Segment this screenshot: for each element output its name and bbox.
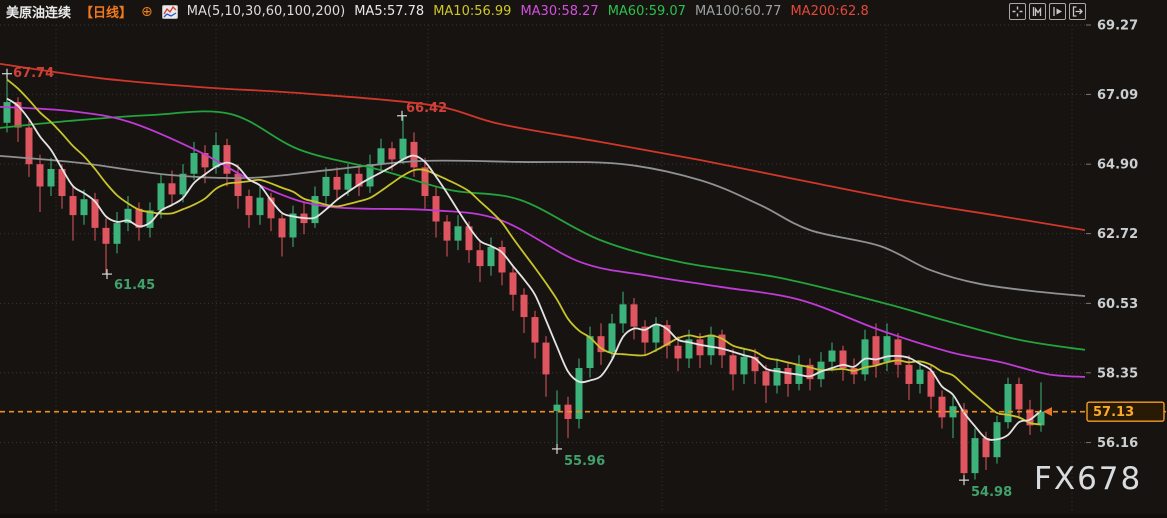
ma200-value: MA200:62.8	[790, 4, 868, 19]
price-axis: 69.27 67.09 64.90 62.72 60.53 58.35 56.16	[1086, 19, 1138, 452]
chart-toolbar	[1009, 3, 1086, 20]
add-indicator-icon[interactable]: ⊕	[141, 5, 153, 19]
ma-group-label: MA(5,10,30,60,100,200)	[187, 4, 345, 19]
ma60-value: MA60:59.07	[608, 4, 686, 19]
current-price-layer: 57.13	[0, 402, 1167, 421]
price-annotation: 61.45	[114, 278, 155, 293]
axis-price-label: 62.72	[1097, 227, 1138, 242]
fx678-watermark: FX678	[1034, 461, 1142, 497]
price-label-button[interactable]	[1029, 3, 1046, 20]
bottom-edge	[0, 514, 1167, 518]
period-label: 【日线】	[80, 2, 132, 21]
price-chart[interactable]: 67.74 66.42 61.45 55.96 54.98 57.13 69.27 67.09…	[0, 0, 1167, 518]
crosshair-icon	[1012, 6, 1023, 17]
axis-price-label: 58.35	[1097, 366, 1138, 381]
auto-scroll-button[interactable]	[1049, 3, 1066, 20]
ma5-value: MA5:57.78	[354, 4, 424, 19]
price-annotation: 55.96	[564, 454, 605, 469]
price-annotation: 66.42	[406, 101, 447, 116]
current-price-value: 57.13	[1093, 405, 1134, 420]
price-annotation: 67.74	[13, 66, 54, 81]
ma100-line	[0, 156, 1085, 296]
price-scale-icon	[1032, 6, 1043, 17]
kline-chart-window: 美原油连续 【日线】 ⊕ MA(5,10,30,60,100,200) MA5:…	[0, 0, 1167, 518]
chart-header: 美原油连续 【日线】 ⊕ MA(5,10,30,60,100,200) MA5:…	[6, 0, 869, 23]
crosshair-button[interactable]	[1009, 3, 1026, 20]
price-annotation: 54.98	[971, 485, 1012, 500]
symbol-title: 美原油连续	[6, 2, 71, 21]
ma30-line	[0, 107, 1085, 377]
axis-price-label: 69.27	[1097, 19, 1138, 34]
play-scale-icon	[1052, 6, 1063, 17]
kline-style-icon[interactable]	[162, 5, 178, 19]
ma10-value: MA10:56.99	[433, 4, 511, 19]
exit-arrow-icon	[1072, 6, 1083, 17]
ma30-value: MA30:58.27	[520, 4, 598, 19]
axis-price-label: 60.53	[1097, 297, 1138, 312]
exit-chart-button[interactable]	[1069, 3, 1086, 20]
axis-price-label: 56.16	[1097, 436, 1138, 451]
axis-price-label: 67.09	[1097, 88, 1138, 103]
ma100-value: MA100:60.77	[695, 4, 782, 19]
candles-layer	[4, 74, 1045, 480]
axis-price-label: 64.90	[1097, 158, 1138, 173]
